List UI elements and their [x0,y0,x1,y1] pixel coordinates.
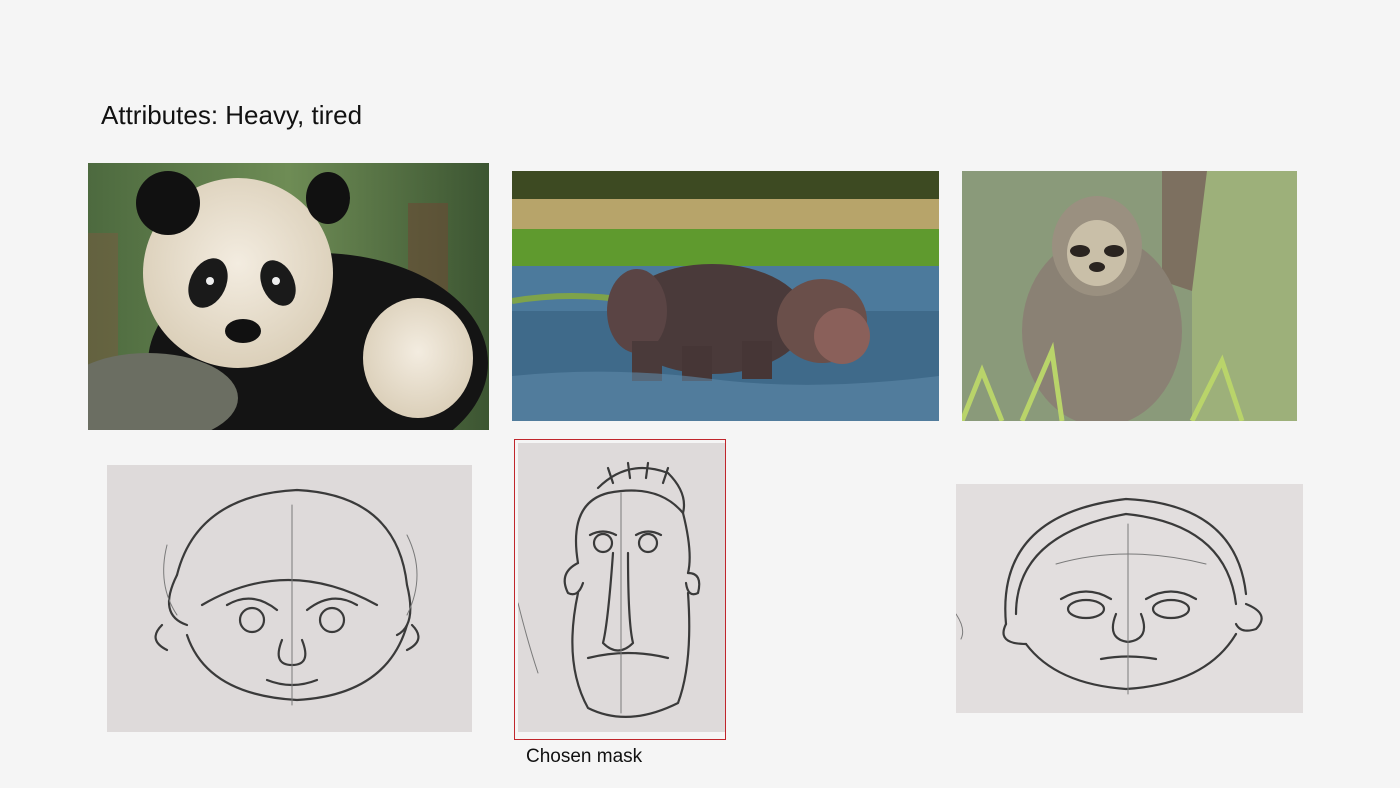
hippo-photo [512,171,939,421]
face-sketch-3 [956,484,1303,713]
chosen-mask-caption: Chosen mask [526,746,643,767]
face-sketch-1 [107,465,472,732]
panda-photo [88,163,489,430]
slide-title: Attributes: Heavy, tired [101,100,363,130]
chosen-mask-frame [514,439,726,740]
slide: Attributes: Heavy, tired Chosen mask [0,0,1400,788]
sloth-photo [962,171,1297,421]
